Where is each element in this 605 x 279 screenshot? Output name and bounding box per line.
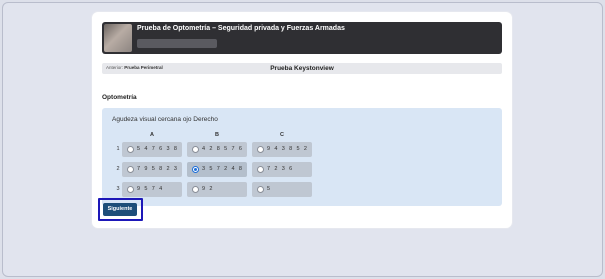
option-1a[interactable]: 5 4 7 6 3 8 — [122, 142, 182, 157]
option-label: 9 2 — [202, 186, 214, 192]
option-3b[interactable]: 9 2 — [187, 182, 247, 197]
radio-button[interactable] — [127, 166, 134, 173]
radio-button[interactable] — [257, 166, 264, 173]
option-1c[interactable]: 9 4 3 8 5 2 — [252, 142, 312, 157]
option-label: 7 2 3 6 — [267, 166, 294, 172]
test-card: Prueba de Optometría – Seguridad privada… — [92, 12, 512, 228]
header-thumbnail-image — [104, 24, 132, 52]
radio-button[interactable] — [127, 146, 134, 153]
test-header-banner: Prueba de Optometría – Seguridad privada… — [102, 22, 502, 54]
option-label: 9 4 3 8 5 2 — [267, 146, 309, 152]
question-text: Agudeza visual cercana ojo Derecho — [112, 116, 218, 123]
test-navigation-bar: Anterior: Prueba Perimetral Prueba Keyst… — [102, 63, 502, 74]
row-number-2: 2 — [116, 166, 120, 172]
option-3a[interactable]: 9 5 7 4 — [122, 182, 182, 197]
option-label: 5 4 7 6 3 8 — [137, 146, 179, 152]
option-2a[interactable]: 7 9 5 8 2 3 — [122, 162, 182, 177]
option-3c[interactable]: 5 — [252, 182, 312, 197]
option-2b[interactable]: 3 5 7 2 4 8 — [187, 162, 247, 177]
column-header-a: A — [150, 132, 154, 138]
row-number-3: 3 — [116, 186, 120, 192]
test-title: Prueba de Optometría – Seguridad privada… — [137, 25, 345, 32]
option-2c[interactable]: 7 2 3 6 — [252, 162, 312, 177]
blurred-subtitle — [137, 39, 217, 48]
current-test-name: Prueba Keystonview — [270, 64, 334, 72]
option-label: 3 5 7 2 4 8 — [202, 166, 244, 172]
option-label: 4 2 8 5 7 6 — [202, 146, 244, 152]
section-title: Optometría — [102, 94, 137, 101]
radio-button[interactable] — [257, 146, 264, 153]
radio-button[interactable] — [127, 186, 134, 193]
radio-button[interactable] — [257, 186, 264, 193]
next-button-focus-ring: Siguiente — [98, 198, 143, 221]
row-number-1: 1 — [116, 146, 120, 152]
option-label: 5 — [267, 186, 272, 192]
radio-button-selected[interactable] — [192, 166, 199, 173]
next-button[interactable]: Siguiente — [103, 203, 137, 216]
option-1b[interactable]: 4 2 8 5 7 6 — [187, 142, 247, 157]
option-label: 9 5 7 4 — [137, 186, 164, 192]
radio-button[interactable] — [192, 146, 199, 153]
question-panel: Agudeza visual cercana ojo Derecho A B C… — [102, 108, 502, 206]
column-header-c: C — [280, 132, 284, 138]
option-label: 7 9 5 8 2 3 — [137, 166, 179, 172]
radio-button[interactable] — [192, 186, 199, 193]
column-header-b: B — [215, 132, 219, 138]
